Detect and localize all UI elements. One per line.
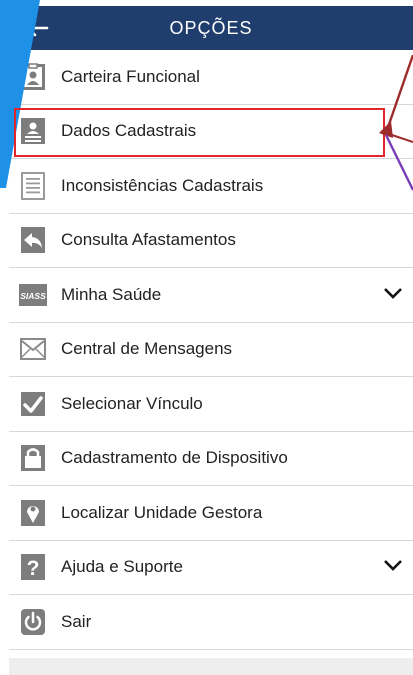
menu-item-cadastramento-de-dispositivo[interactable]: Cadastramento de Dispositivo: [9, 431, 413, 486]
chevron-down-icon[interactable]: [383, 558, 403, 576]
svg-text:SIASS: SIASS: [20, 291, 46, 301]
siass-icon: SIASS: [19, 281, 47, 309]
menu-item-central-de-mensagens[interactable]: Central de Mensagens: [9, 322, 413, 377]
menu-item-label: Consulta Afastamentos: [61, 230, 236, 250]
menu-item-ajuda-e-suporte[interactable]: ? Ajuda e Suporte: [9, 540, 413, 595]
question-mark-icon: ?: [19, 553, 47, 581]
menu-item-label: Minha Saúde: [61, 284, 162, 304]
power-icon: [19, 608, 47, 636]
decorative-blue-shape: [0, 0, 40, 188]
padlock-icon: [19, 444, 47, 472]
menu-item-label: Carteira Funcional: [61, 66, 200, 86]
menu-item-carteira-funcional[interactable]: Carteira Funcional: [9, 50, 413, 105]
menu-item-inconsistencias-cadastrais[interactable]: Inconsistências Cadastrais: [9, 159, 413, 214]
menu-item-localizar-unidade-gestora[interactable]: Localizar Unidade Gestora: [9, 486, 413, 541]
menu-item-label: Localizar Unidade Gestora: [61, 502, 263, 522]
menu-item-label: Central de Mensagens: [61, 339, 233, 359]
svg-text:?: ?: [27, 557, 40, 580]
menu-item-label: Ajuda e Suporte: [61, 557, 183, 577]
menu-item-sair[interactable]: Sair: [9, 595, 413, 650]
menu-item-label: Selecionar Vínculo: [61, 393, 203, 413]
menu-item-label: Inconsistências Cadastrais: [61, 175, 264, 195]
options-menu: Carteira Funcional Dados Cadastrais Inco…: [9, 50, 413, 650]
menu-item-label: Cadastramento de Dispositivo: [61, 448, 288, 468]
footer-area: [9, 658, 413, 675]
page-title: OPÇÕES: [169, 18, 253, 38]
menu-item-minha-saude[interactable]: SIASS Minha Saúde: [9, 268, 413, 323]
menu-item-dados-cadastrais[interactable]: Dados Cadastrais: [9, 104, 413, 159]
menu-item-label: Sair: [61, 611, 92, 631]
menu-item-selecionar-vinculo[interactable]: Selecionar Vínculo: [9, 377, 413, 432]
map-pin-icon: [19, 499, 47, 527]
envelope-icon: [19, 335, 47, 363]
menu-item-consulta-afastamentos[interactable]: Consulta Afastamentos: [9, 213, 413, 268]
reply-arrow-icon: [19, 226, 47, 254]
annotation-arrows: [379, 55, 413, 191]
menu-item-label: Dados Cadastrais: [61, 121, 197, 141]
checkmark-icon: [19, 390, 47, 418]
top-bar: OPÇÕES: [9, 6, 413, 50]
chevron-down-icon[interactable]: [383, 286, 403, 304]
